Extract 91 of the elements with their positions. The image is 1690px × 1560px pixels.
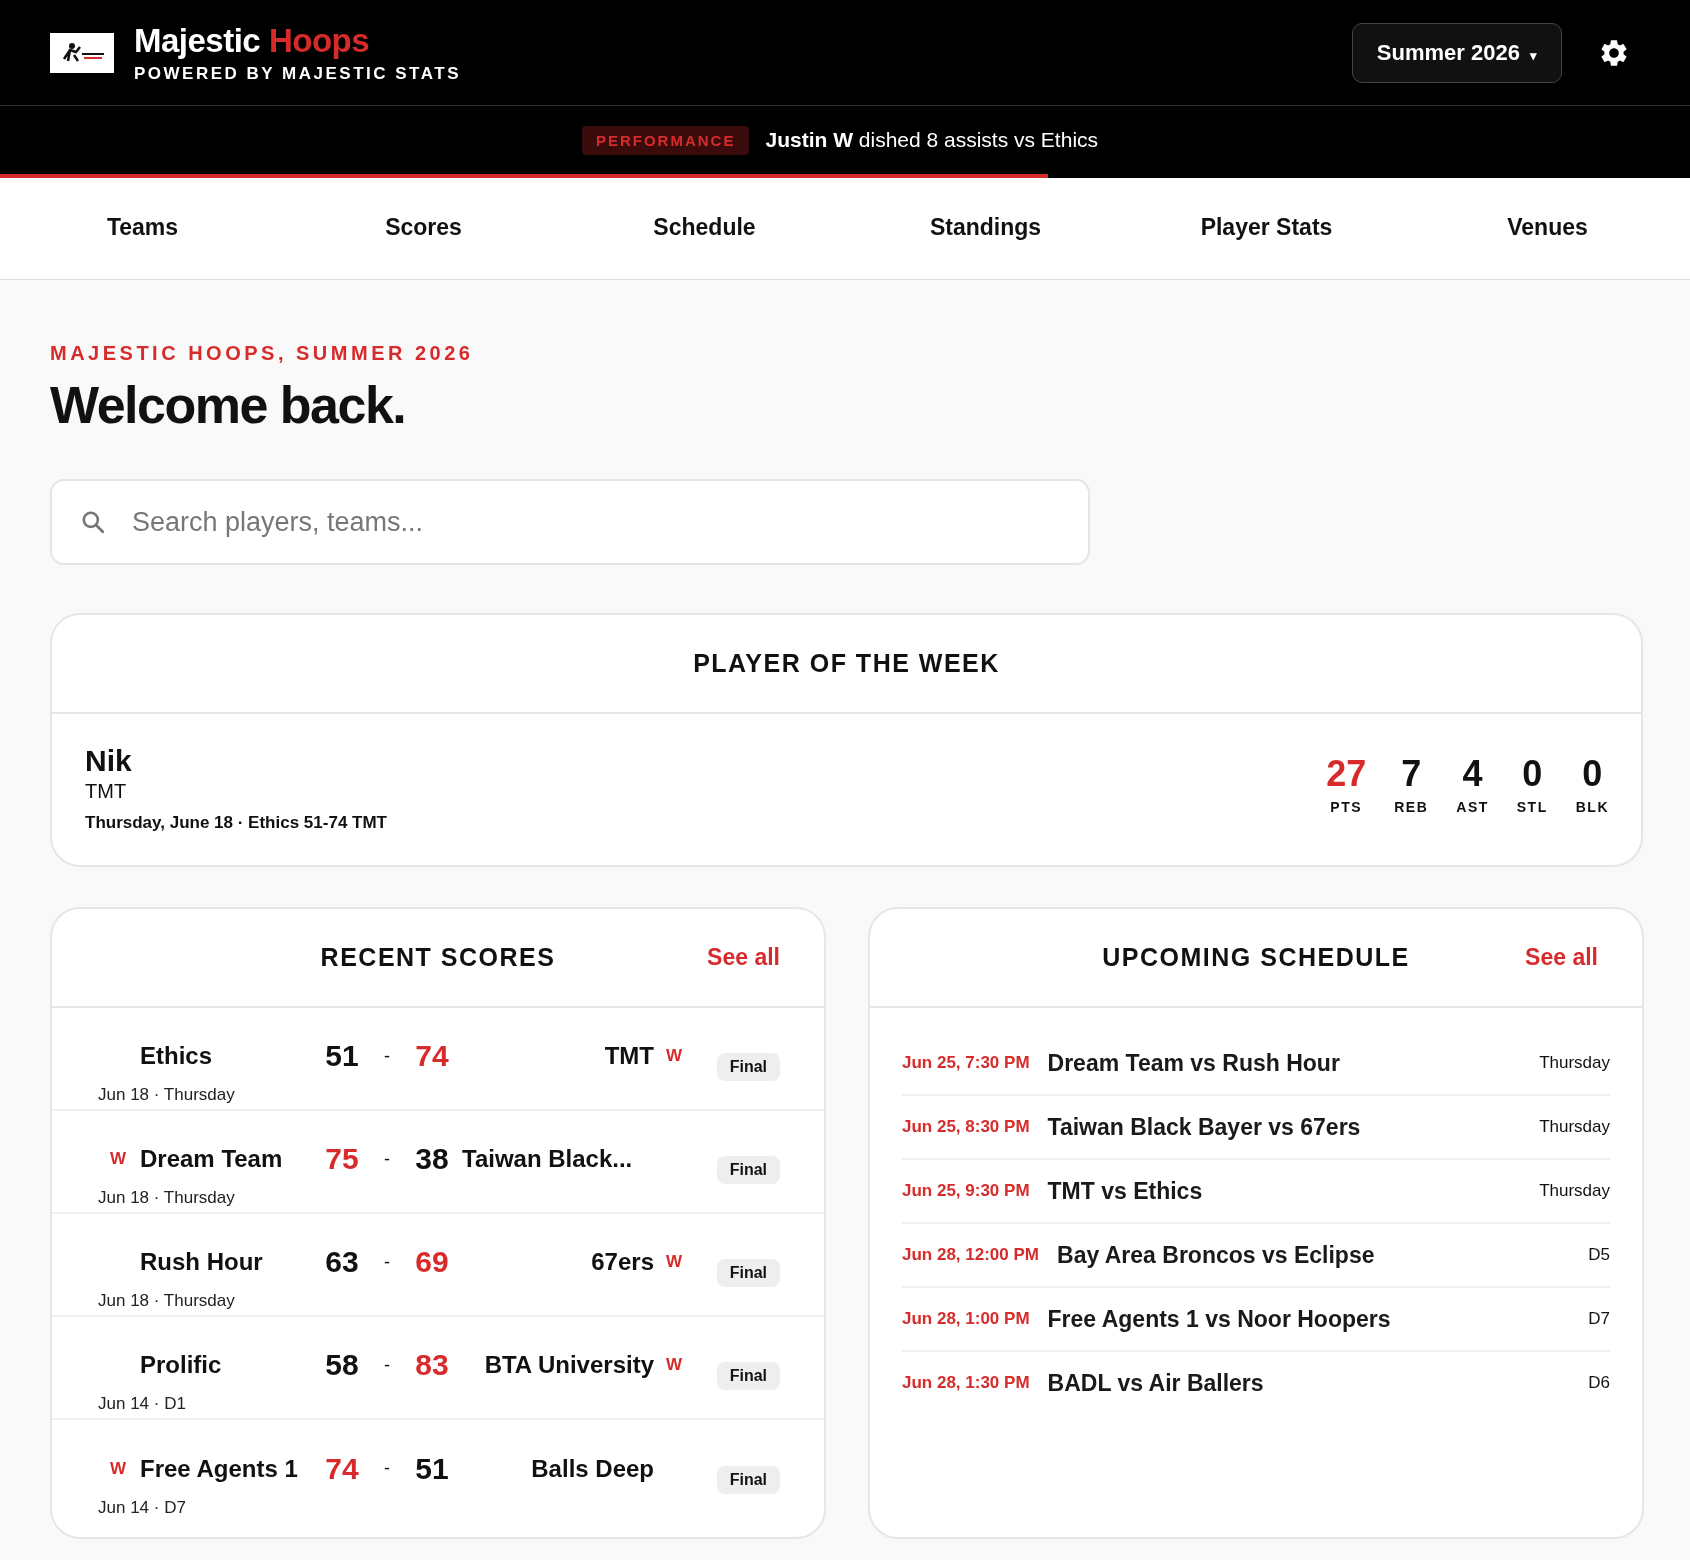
game-day: Thursday (1539, 1117, 1610, 1137)
matchup: Dream Team vs Rush Hour (1047, 1049, 1341, 1077)
game-date: Jun 14 · D1 (97, 1393, 186, 1414)
team-name: Dream Team (140, 1144, 283, 1175)
game-day: Thursday (1539, 1181, 1610, 1201)
card-title: UPCOMING SCHEDULE (1102, 943, 1410, 972)
game-time: Jun 28, 1:00 PM (902, 1309, 1030, 1329)
game-date: Jun 18 · Thursday (97, 1187, 235, 1208)
game-date: Jun 18 · Thursday (97, 1290, 235, 1311)
stat-value: 27 (1326, 752, 1367, 795)
stat-value: 4 (1462, 752, 1483, 795)
player-game: Thursday, June 18 · Ethics 51-74 TMT (85, 813, 387, 833)
team-score: 74 (415, 1038, 449, 1075)
nav-tab[interactable]: Player Stats (1126, 178, 1407, 279)
status-badge: Final (716, 1258, 780, 1287)
team-score: 38 (415, 1141, 449, 1178)
card-title: PLAYER OF THE WEEK (693, 649, 1000, 678)
ticker-message: Justin W dished 8 assists vs Ethics (765, 128, 1099, 152)
brand-name: Majestic Hoops (134, 21, 371, 60)
stat-label: BLK (1575, 798, 1609, 815)
nav-tab[interactable]: Venues (1407, 178, 1688, 279)
game-time: Jun 28, 1:30 PM (902, 1373, 1030, 1393)
team-name: Free Agents 1 (140, 1453, 298, 1484)
matchup: Bay Area Broncos vs Eclipse (1057, 1241, 1376, 1269)
score-separator: - (384, 1354, 390, 1376)
score-separator: - (384, 1458, 390, 1480)
see-all-link[interactable]: See all (1525, 944, 1598, 971)
team-score: 69 (415, 1244, 449, 1281)
search-field[interactable]: Search players, teams... (50, 479, 1090, 565)
stat-value: 7 (1401, 752, 1422, 795)
team-score: 51 (325, 1038, 359, 1075)
nav-tab[interactable]: Standings (845, 178, 1126, 279)
card-title: RECENT SCORES (320, 943, 556, 972)
game-day: D7 (1588, 1309, 1610, 1329)
nav-tab[interactable]: Teams (2, 178, 283, 279)
stat-value: 0 (1582, 752, 1603, 795)
team-name: 67ers (591, 1247, 654, 1278)
team-name: Taiwan Black... (462, 1144, 633, 1175)
game-day: Thursday (1539, 1053, 1610, 1073)
matchup: Taiwan Black Bayer vs 67ers (1047, 1113, 1362, 1141)
team-name: BTA University (484, 1350, 654, 1381)
stat-label: AST (1456, 798, 1489, 815)
win-mark: W (665, 1046, 682, 1067)
team-score: 58 (325, 1347, 359, 1384)
game-time: Jun 25, 7:30 PM (902, 1053, 1030, 1073)
player-name: Nik (85, 744, 133, 778)
team-score: 51 (415, 1450, 449, 1487)
game-date: Jun 18 · Thursday (97, 1084, 235, 1105)
game-time: Jun 28, 12:00 PM (902, 1245, 1039, 1265)
game-day: D5 (1588, 1245, 1610, 1265)
matchup: BADL vs Air Ballers (1047, 1369, 1265, 1397)
status-badge: Final (716, 1052, 780, 1081)
win-mark: W (109, 1149, 126, 1170)
player-team: TMT (85, 780, 128, 803)
score-separator: - (384, 1251, 390, 1273)
team-score: 75 (325, 1141, 359, 1178)
stat-value: 0 (1522, 752, 1543, 795)
see-all-link[interactable]: See all (707, 944, 780, 971)
game-time: Jun 25, 9:30 PM (902, 1181, 1030, 1201)
team-score: 74 (325, 1450, 359, 1487)
win-mark: W (665, 1252, 682, 1273)
stat-label: PTS (1330, 798, 1363, 815)
team-name: Ethics (140, 1041, 213, 1072)
nav-tab[interactable]: Scores (283, 178, 564, 279)
team-score: 83 (415, 1347, 449, 1384)
logo-icon[interactable] (50, 32, 114, 73)
game-time: Jun 25, 8:30 PM (902, 1117, 1030, 1137)
matchup: TMT vs Ethics (1047, 1177, 1204, 1205)
team-name: Prolific (140, 1350, 222, 1381)
team-name: Balls Deep (531, 1453, 654, 1484)
score-separator: - (384, 1148, 390, 1170)
welcome-title: Welcome back. (50, 375, 407, 435)
team-name: Rush Hour (140, 1247, 263, 1278)
win-mark: W (665, 1355, 682, 1376)
stat-label: REB (1394, 798, 1429, 815)
team-score: 63 (325, 1244, 359, 1281)
game-day: D6 (1588, 1373, 1610, 1393)
season-eyebrow: MAJESTIC HOOPS, SUMMER 2026 (50, 342, 475, 365)
win-mark: W (109, 1458, 126, 1479)
brand-tagline: POWERED BY MAJESTIC STATS (134, 63, 461, 84)
nav-tab[interactable]: Schedule (564, 178, 845, 279)
status-badge: Final (716, 1155, 780, 1184)
score-separator: - (384, 1045, 390, 1067)
performance-tag: PERFORMANCE (581, 125, 750, 155)
stat-label: STL (1516, 798, 1548, 815)
team-name: TMT (604, 1041, 654, 1072)
status-badge: Final (716, 1361, 780, 1390)
status-badge: Final (716, 1465, 780, 1494)
season-dropdown[interactable]: Summer 2026 ▾ (1351, 22, 1562, 83)
matchup: Free Agents 1 vs Noor Hoopers (1047, 1305, 1392, 1333)
game-date: Jun 14 · D7 (97, 1498, 186, 1519)
